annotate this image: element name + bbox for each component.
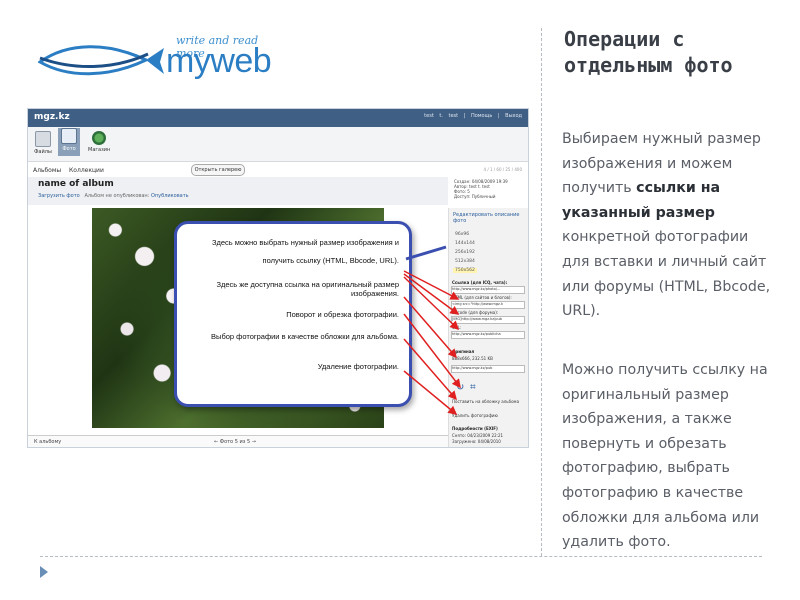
slide-title: Операции с отдельным фото xyxy=(564,27,733,77)
app-screenshot: mgz.kz test t. test | Помощь | Выход Фай… xyxy=(27,108,529,448)
callout-arrows xyxy=(403,245,461,415)
myweb-logo: write and read more myweb xyxy=(38,34,278,80)
paragraph-2: Можно получить ссылку на оригинальный ра… xyxy=(562,362,768,551)
logo-name: myweb xyxy=(166,42,272,80)
next-slide-icon[interactable] xyxy=(40,566,48,578)
paragraph-1-end: конкретной фотографии для вставки и личн… xyxy=(562,229,771,320)
bottom-divider xyxy=(40,556,762,557)
paragraph-1: Выбираем нужный размер изображения и мож… xyxy=(562,127,777,324)
fish-logo-icon xyxy=(38,45,164,76)
column-divider xyxy=(541,28,542,556)
